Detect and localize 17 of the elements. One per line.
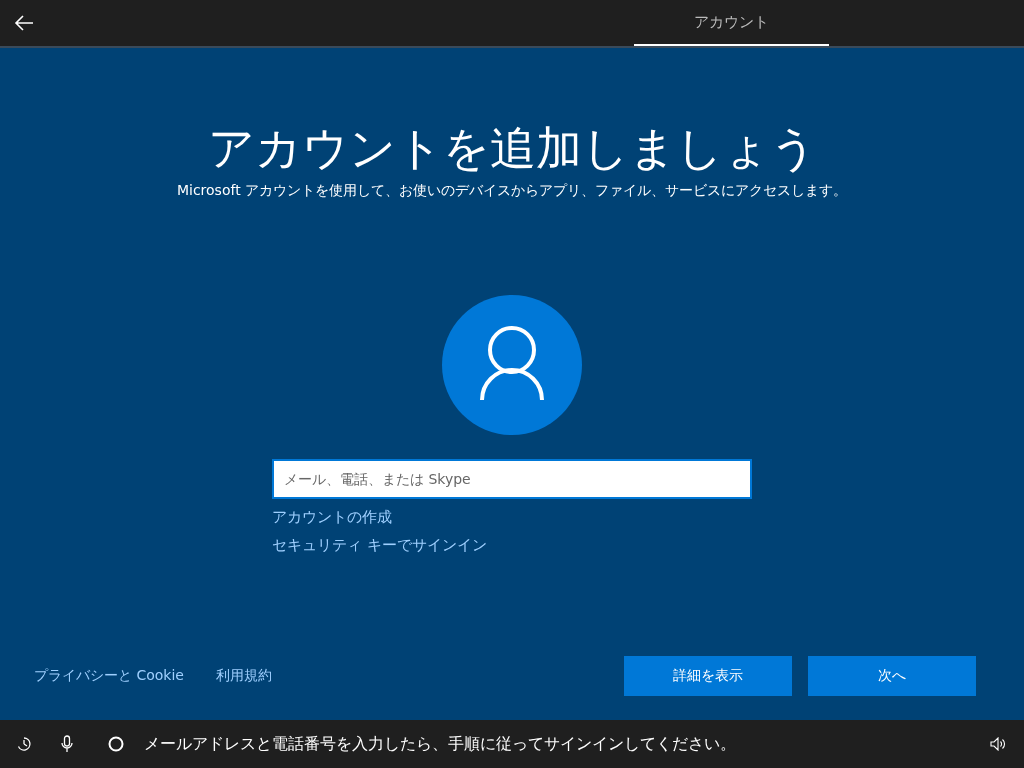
status-message: メールアドレスと電話番号を入力したら、手順に従ってサインインしてください。 [144, 733, 736, 755]
user-avatar-icon [442, 295, 582, 435]
link[interactable]: アカウントの作成 [272, 507, 392, 527]
action-button[interactable]: 次へ [808, 656, 976, 696]
action-button[interactable]: 詳細を表示 [624, 656, 792, 696]
circle-icon[interactable] [108, 736, 124, 752]
account-input-field[interactable]: メール、電話、または Skype [272, 459, 752, 499]
page-subtitle: Microsoft アカウントを使用して、お使いのデバイスからアプリ、ファイル、サービスにアクセスします。 [176, 182, 848, 200]
speaker-icon[interactable] [990, 737, 1006, 751]
footer-link[interactable]: 利用規約 [215, 667, 272, 685]
header-tab[interactable]: アカウント [634, 0, 829, 46]
footer-link[interactable]: プライバシーと Cookie [34, 667, 184, 685]
page-title: アカウントを追加しましょう [207, 120, 817, 177]
back-arrow-icon [14, 15, 34, 31]
microphone-icon[interactable] [61, 735, 73, 753]
link[interactable]: セキュリティ キーでサインイン [272, 535, 487, 555]
ease-of-access-icon[interactable] [16, 736, 32, 752]
